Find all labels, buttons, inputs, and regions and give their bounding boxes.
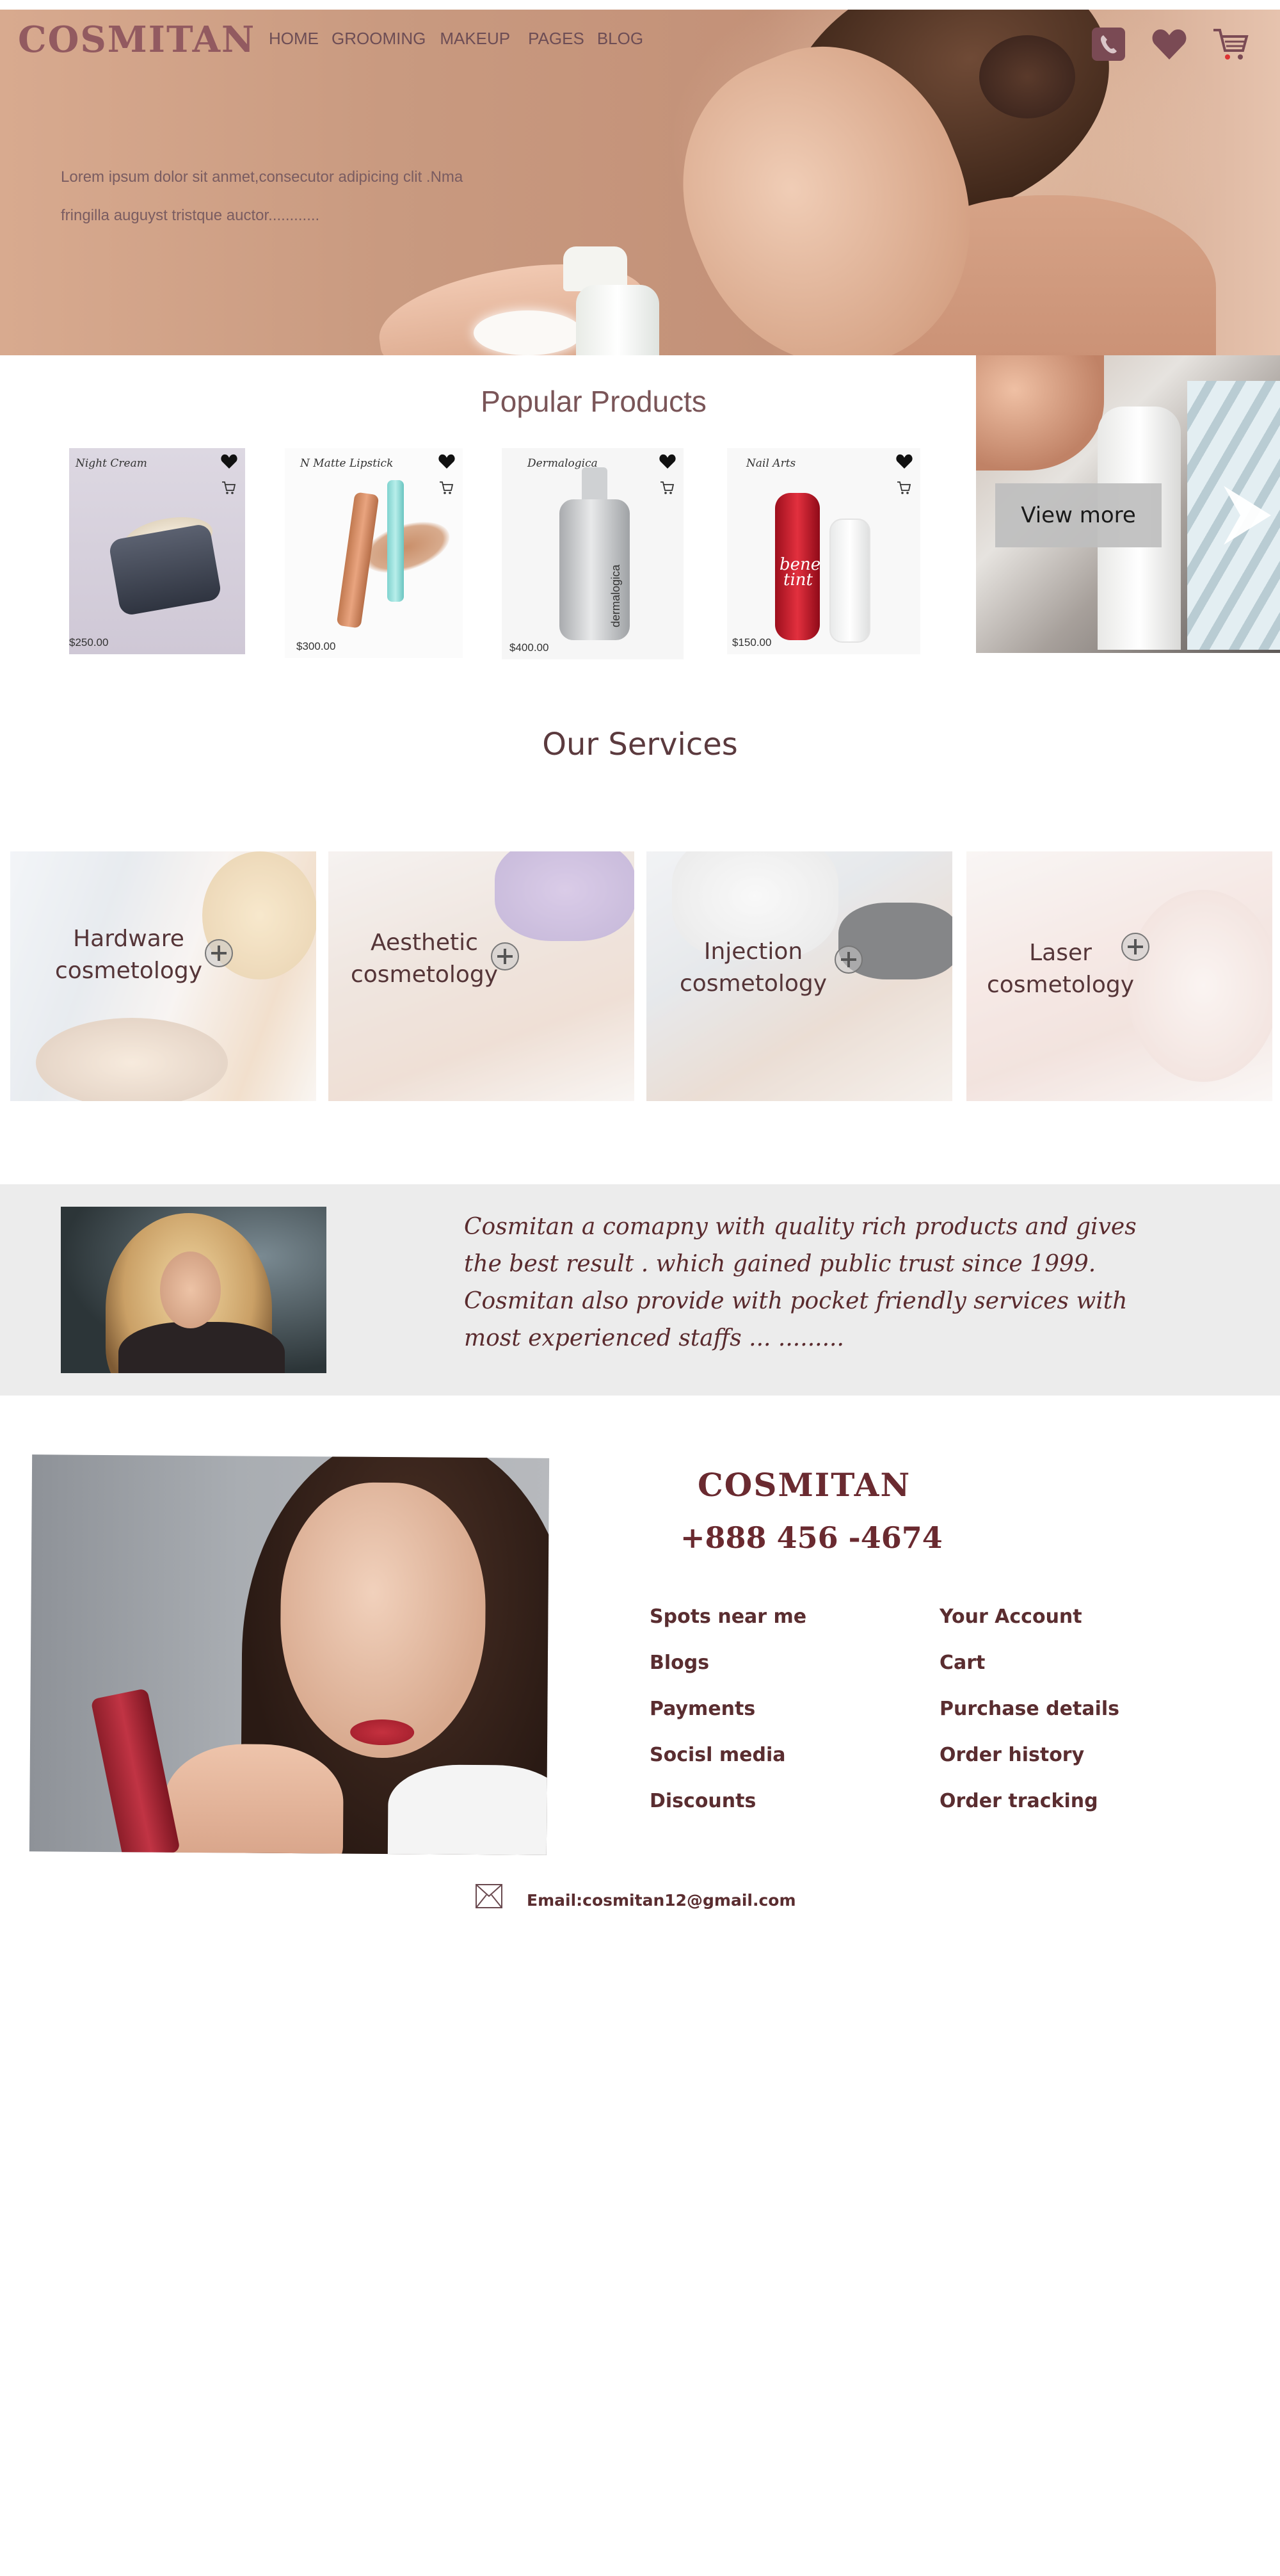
hero-foam — [474, 310, 582, 355]
about-photo — [61, 1207, 326, 1373]
add-to-cart-icon[interactable] — [659, 480, 675, 495]
add-to-cart-icon[interactable] — [438, 480, 454, 495]
footer-link-order-tracking[interactable]: Order tracking — [940, 1790, 1098, 1812]
nav-blog[interactable]: BLOG — [597, 29, 643, 49]
our-services-title: Our Services — [542, 727, 738, 762]
product-price: $250.00 — [69, 636, 109, 648]
phone-icon[interactable] — [1088, 24, 1129, 65]
footer-model-face — [279, 1481, 486, 1759]
plus-icon[interactable] — [833, 944, 864, 975]
nav-pages[interactable]: PAGES — [528, 29, 584, 49]
footer-model-lips — [350, 1719, 415, 1746]
hero-line-1: Lorem ipsum dolor sit anmet,consecutor a… — [61, 168, 463, 186]
wishlist-heart-icon[interactable] — [438, 453, 455, 470]
main-nav: HOME GROOMING MAKEUP PAGES BLOG — [269, 29, 656, 49]
product-card-matte-lipstick[interactable]: N Matte Lipstick $300.00 — [285, 448, 463, 658]
service-label: Aesthetic cosmetology — [335, 927, 514, 991]
product-name: Dermalogica — [527, 457, 598, 470]
product-card-dermalogica[interactable]: dermalogica Dermalogica $400.00 — [502, 448, 684, 659]
dermalogica-bottle-label: dermalogica — [609, 564, 622, 627]
cart-icon[interactable] — [1210, 24, 1251, 65]
add-to-cart-icon[interactable] — [221, 480, 236, 495]
service-label-line1: Injection — [703, 938, 803, 965]
hero-line-2: fringilla auguyst tristque auctor.......… — [61, 207, 320, 224]
product-name: Night Cream — [76, 457, 147, 470]
product-card-night-cream[interactable]: Night Cream $250.00 — [69, 448, 245, 654]
footer-link-cart[interactable]: Cart — [940, 1652, 985, 1674]
footer-phone[interactable]: +888 456 -4674 — [680, 1520, 943, 1555]
tint-wand-bottle — [829, 519, 870, 643]
plus-icon[interactable] — [204, 938, 234, 969]
brand-logo[interactable]: COSMITAN — [18, 19, 255, 61]
plus-icon[interactable] — [1120, 931, 1151, 962]
tint-bottle-label: bene tint — [780, 555, 821, 590]
hero-bottle — [576, 285, 659, 355]
about-model-face — [160, 1252, 221, 1328]
footer-photo — [29, 1454, 550, 1855]
product-card-nail-arts[interactable]: bene tint Nail Arts $150.00 — [727, 448, 920, 654]
night-cream-jar — [108, 523, 223, 616]
footer-link-social-media[interactable]: Socisl media — [650, 1744, 785, 1766]
service-label-line2: cosmetology — [679, 970, 828, 997]
footer-brand-logo[interactable]: COSMITAN — [698, 1466, 911, 1504]
product-price: $300.00 — [296, 640, 336, 652]
service-label: Injection cosmetology — [648, 936, 859, 1000]
product-name: N Matte Lipstick — [300, 457, 394, 470]
footer-link-spots-near-me[interactable]: Spots near me — [650, 1606, 806, 1628]
product-name: Nail Arts — [746, 457, 796, 470]
service-label-line2: cosmetology — [986, 972, 1135, 998]
service-label-line2: cosmetology — [350, 962, 499, 988]
product-price: $150.00 — [732, 636, 772, 648]
nav-grooming[interactable]: GROOMING — [332, 29, 426, 49]
footer-model-shirt — [387, 1764, 550, 1855]
footer-link-payments[interactable]: Payments — [650, 1698, 755, 1720]
about-model-body — [118, 1322, 285, 1373]
footer-link-purchase-details[interactable]: Purchase details — [940, 1698, 1119, 1720]
featured-candle — [976, 355, 1104, 471]
footer-link-your-account[interactable]: Your Account — [940, 1606, 1082, 1628]
add-to-cart-icon[interactable] — [896, 480, 911, 495]
view-more-button[interactable]: View more — [995, 483, 1162, 547]
footer-product-tube — [90, 1687, 180, 1855]
wishlist-heart-icon[interactable] — [221, 453, 237, 470]
lipstick-wand — [387, 480, 404, 602]
footer-model-hand — [163, 1743, 344, 1855]
service-hardware-cosmetology[interactable]: Hardware cosmetology — [10, 851, 316, 1101]
service-aesthetic-cosmetology[interactable]: Aesthetic cosmetology — [328, 851, 634, 1101]
hero-banner: COSMITAN HOME GROOMING MAKEUP PAGES BLOG… — [0, 10, 1280, 355]
footer-link-discounts[interactable]: Discounts — [650, 1790, 756, 1812]
next-arrow-icon[interactable] — [1210, 483, 1274, 547]
wishlist-heart-icon[interactable] — [896, 453, 913, 470]
plus-icon[interactable] — [490, 941, 520, 972]
service-label-line1: Aesthetic — [371, 930, 478, 956]
footer-email[interactable]: Email:cosmitan12@gmail.com — [527, 1891, 796, 1910]
hero-description: Lorem ipsum dolor sit anmet,consecutor a… — [61, 158, 522, 235]
about-description: Cosmitan a comapny with quality rich pro… — [464, 1214, 1137, 1351]
wishlist-heart-icon[interactable] — [659, 453, 676, 470]
footer-link-order-history[interactable]: Order history — [940, 1744, 1084, 1766]
mail-icon — [476, 1884, 502, 1908]
service-laser-cosmetology[interactable]: Laser cosmetology — [966, 851, 1272, 1101]
service-injection-cosmetology[interactable]: Injection cosmetology — [646, 851, 952, 1101]
hero-model-bun — [979, 35, 1075, 118]
nav-makeup[interactable]: MAKEUP — [440, 29, 510, 49]
heart-icon[interactable] — [1149, 24, 1190, 65]
nav-home[interactable]: HOME — [269, 29, 319, 49]
product-price: $400.00 — [509, 641, 549, 654]
footer-link-blogs[interactable]: Blogs — [650, 1652, 709, 1674]
